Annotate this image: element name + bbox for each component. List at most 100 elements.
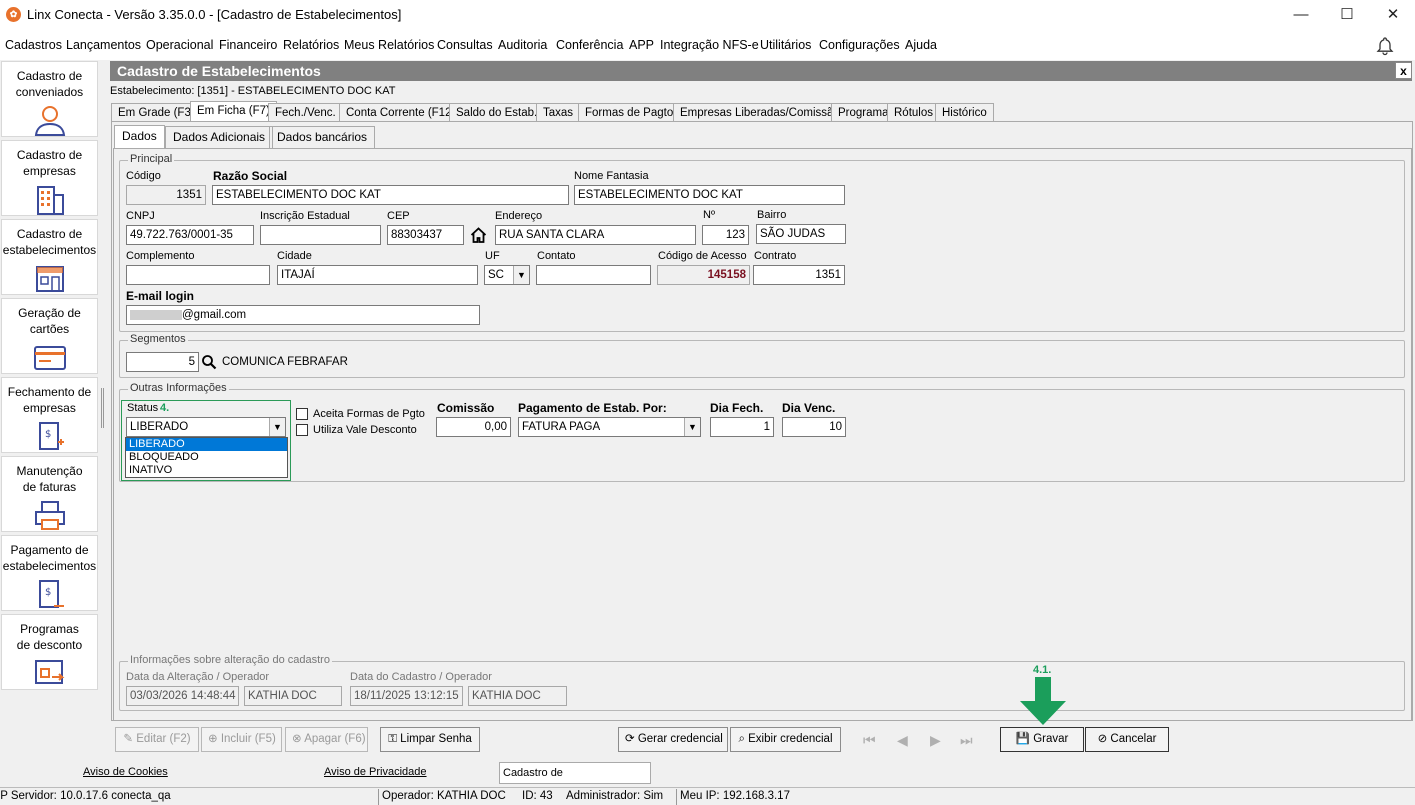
menu-auditoria[interactable]: Auditoria — [498, 38, 547, 52]
tab-programa[interactable]: Programa — [831, 103, 896, 122]
menu-consultas[interactable]: Consultas — [437, 38, 493, 52]
menu-lancamentos[interactable]: Lançamentos — [66, 38, 141, 52]
incluir-button[interactable]: ⊕ Incluir (F5) — [201, 727, 282, 752]
tab-historico[interactable]: Histórico — [935, 103, 994, 122]
sidebar-item-label: estabelecimentos — [2, 559, 97, 573]
home-icon[interactable] — [470, 227, 487, 243]
sidebar-item-cartoes[interactable]: Geração de cartões — [1, 298, 98, 374]
sidebar-item-empresas[interactable]: Cadastro de empresas — [1, 140, 98, 216]
cancelar-button[interactable]: ⊘ Cancelar — [1085, 727, 1169, 752]
status-label: Status — [127, 402, 159, 414]
sidebar-item-label: Cadastro de — [16, 69, 83, 83]
gerar-credencial-button[interactable]: ⟳ Gerar credencial — [618, 727, 728, 752]
close-window-button[interactable]: ✕ — [1370, 0, 1415, 30]
gravar-label: Gravar — [1033, 733, 1069, 745]
inscricao-estadual-label: Inscrição Estadual — [260, 210, 350, 222]
pagamento-estab-select[interactable]: FATURA PAGA ▼ — [518, 417, 701, 437]
status-bar: IP Servidor: 10.0.17.6 conecta_qa Operad… — [0, 787, 1415, 805]
subtab-dados[interactable]: Dados — [114, 125, 165, 149]
segmento-description: COMUNICA FEBRAFAR — [222, 356, 348, 368]
last-record-icon[interactable]: ⏭ — [960, 732, 973, 749]
window-tab-estabelecimentos[interactable]: Cadastro de Estabelecimentos — [499, 762, 651, 799]
sidebar-item-pagamento[interactable]: Pagamento de estabelecimentos $ — [1, 535, 98, 611]
sidebar-item-fechamento[interactable]: Fechamento de empresas $ — [1, 377, 98, 453]
bairro-field[interactable]: SÃO JUDAS — [756, 224, 846, 244]
sidebar-item-conveniados[interactable]: Cadastro de conveniados — [1, 61, 98, 137]
menu-app[interactable]: APP — [629, 38, 654, 52]
tab-saldo[interactable]: Saldo do Estab. — [449, 103, 545, 122]
subtab-dados-adicionais[interactable]: Dados Adicionais — [165, 126, 274, 148]
tab-formas-pagto[interactable]: Formas de Pagto. — [578, 103, 684, 122]
contrato-field[interactable]: 1351 — [753, 265, 845, 285]
first-record-icon[interactable]: ⏮ — [863, 732, 876, 749]
status-select[interactable]: LIBERADO ▼ — [126, 417, 286, 437]
tab-taxas[interactable]: Taxas — [536, 103, 581, 122]
tab-em-grade[interactable]: Em Grade (F3) — [111, 103, 202, 122]
title-bar: ✿ Linx Conecta - Versão 3.35.0.0 - [Cada… — [0, 0, 1415, 30]
menu-cadastros[interactable]: Cadastros — [5, 38, 62, 52]
tab-fech-venc[interactable]: Fech./Venc. — [268, 103, 343, 122]
apagar-button[interactable]: ⊗ Apagar (F6) — [285, 727, 368, 752]
menu-meus-relatorios[interactable]: Meus Relatórios — [344, 38, 434, 52]
cidade-field[interactable]: ITAJAÍ — [277, 265, 478, 285]
dia-venc-field[interactable]: 10 — [782, 417, 846, 437]
subtab-dados-bancarios[interactable]: Dados bancários — [269, 126, 376, 148]
contato-field[interactable] — [536, 265, 651, 285]
editar-label: Editar (F2) — [136, 733, 191, 745]
status-option-inativo[interactable]: INATIVO — [126, 464, 287, 477]
status-value: LIBERADO — [130, 421, 189, 433]
aviso-cookies-link[interactable]: Aviso de Cookies — [83, 766, 168, 778]
limpar-senha-button[interactable]: ⚿ Limpar Senha — [380, 727, 480, 752]
tab-rotulos[interactable]: Rótulos — [887, 103, 940, 122]
inscricao-estadual-field[interactable] — [260, 225, 381, 245]
gravar-button[interactable]: 💾 Gravar — [1000, 727, 1084, 752]
next-record-icon[interactable]: ▶ — [930, 732, 941, 749]
status-option-bloqueado[interactable]: BLOQUEADO — [126, 451, 287, 464]
exibir-credencial-button[interactable]: ⌕ Exibir credencial — [730, 727, 841, 752]
search-icon[interactable] — [201, 354, 217, 370]
status-dropdown-list: LIBERADO BLOQUEADO INATIVO — [125, 437, 288, 478]
status-divider — [378, 789, 379, 805]
nome-fantasia-field[interactable]: ESTABELECIMENTO DOC KAT — [574, 185, 845, 205]
menu-integracao-nfse[interactable]: Integração NFS-e — [660, 38, 759, 52]
email-login-field[interactable]: @gmail.com — [126, 305, 480, 325]
minimize-button[interactable]: — — [1278, 0, 1324, 30]
menu-ajuda[interactable]: Ajuda — [905, 38, 937, 52]
menu-configuracoes[interactable]: Configurações — [819, 38, 900, 52]
sidebar-item-label: Manutenção — [16, 464, 83, 478]
sidebar-resize-handle[interactable] — [101, 388, 104, 428]
cep-field[interactable]: 88303437 — [387, 225, 464, 245]
aceita-formas-checkbox[interactable] — [296, 408, 308, 420]
cnpj-field[interactable]: 49.722.763/0001-35 — [126, 225, 254, 245]
utiliza-vale-checkbox[interactable] — [296, 424, 308, 436]
maximize-button[interactable]: ☐ — [1324, 0, 1370, 30]
menu-financeiro[interactable]: Financeiro — [219, 38, 277, 52]
menu-operacional[interactable]: Operacional — [146, 38, 213, 52]
sidebar-item-estabelecimentos[interactable]: Cadastro de estabelecimentos — [1, 219, 98, 295]
bell-icon[interactable] — [1375, 36, 1395, 56]
aviso-privacidade-link[interactable]: Aviso de Privacidade — [324, 766, 427, 778]
uf-value: SC — [488, 269, 504, 281]
tab-conta-corrente[interactable]: Conta Corrente (F12) — [339, 103, 463, 122]
razao-social-label: Razão Social — [213, 169, 288, 183]
sidebar-item-faturas[interactable]: Manutenção de faturas — [1, 456, 98, 532]
data-alteracao-field: 03/03/2026 14:48:44 — [126, 686, 239, 706]
menu-utilitarios[interactable]: Utilitários — [760, 38, 811, 52]
tab-empresas-liberadas[interactable]: Empresas Liberadas/Comissão — [673, 103, 847, 122]
numero-field[interactable]: 123 — [702, 225, 749, 245]
comissao-field[interactable]: 0,00 — [436, 417, 511, 437]
tab-em-ficha[interactable]: Em Ficha (F7) — [190, 101, 277, 123]
menu-relatorios[interactable]: Relatórios — [283, 38, 339, 52]
sidebar-item-descontos[interactable]: Programas de desconto — [1, 614, 98, 690]
uf-select[interactable]: SC ▼ — [484, 265, 530, 285]
previous-record-icon[interactable]: ◀ — [897, 732, 908, 749]
panel-close-button[interactable]: x — [1395, 62, 1412, 79]
dia-fech-field[interactable]: 1 — [710, 417, 774, 437]
razao-social-field[interactable]: ESTABELECIMENTO DOC KAT — [212, 185, 569, 205]
status-option-liberado[interactable]: LIBERADO — [126, 438, 287, 451]
complemento-field[interactable] — [126, 265, 270, 285]
endereco-field[interactable]: RUA SANTA CLARA — [495, 225, 696, 245]
menu-conferencia[interactable]: Conferência — [556, 38, 623, 52]
editar-button[interactable]: ✎ Editar (F2) — [115, 727, 199, 752]
segmento-field[interactable]: 5 — [126, 352, 199, 372]
